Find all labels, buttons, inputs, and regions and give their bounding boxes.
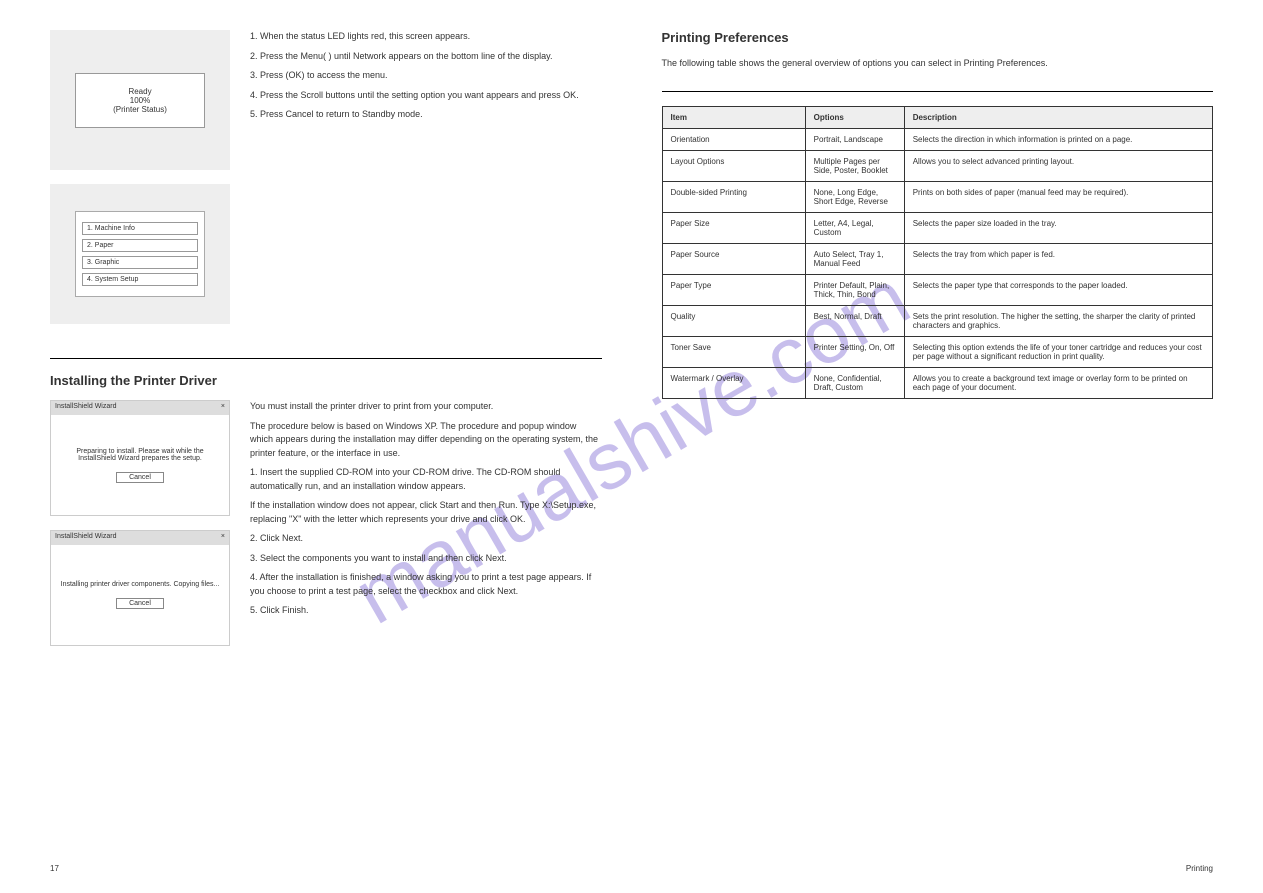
td: Paper Source [662, 243, 805, 274]
page-number: 17 [50, 864, 59, 873]
td: Auto Select, Tray 1, Manual Feed [805, 243, 904, 274]
td: Layout Options [662, 150, 805, 181]
divider [662, 91, 1214, 92]
td: Allows you to create a background text i… [904, 367, 1212, 398]
lcd-display-2: 1. Machine Info 2. Paper 3. Graphic 4. S… [50, 184, 230, 324]
cancel-button: Cancel [116, 598, 164, 609]
paragraph: 1. Insert the supplied CD-ROM into your … [250, 466, 602, 493]
intro-text: The following table shows the general ov… [662, 57, 1214, 71]
close-icon: × [221, 403, 225, 413]
section-title: Installing the Printer Driver [50, 373, 602, 388]
td: Double-sided Printing [662, 181, 805, 212]
paragraph: You must install the printer driver to p… [250, 400, 602, 414]
td: Paper Type [662, 274, 805, 305]
td: Printer Default, Plain, Thick, Thin, Bon… [805, 274, 904, 305]
menu-item: 3. Graphic [82, 256, 198, 269]
section-title: Printing Preferences [662, 30, 1214, 45]
close-icon: × [221, 533, 225, 543]
th: Item [662, 106, 805, 128]
lcd-display-1: Ready 100% (Printer Status) [50, 30, 230, 170]
td: Selects the tray from which paper is fed… [904, 243, 1212, 274]
paragraph: 4. After the installation is finished, a… [250, 571, 602, 598]
td: Paper Size [662, 212, 805, 243]
dialog-text: Installing printer driver components. Co… [61, 581, 220, 588]
step-text: 5. Press Cancel to return to Standby mod… [250, 108, 579, 122]
td: Selects the direction in which informati… [904, 128, 1212, 150]
th: Options [805, 106, 904, 128]
install-dialog-1: InstallShield Wizard × Preparing to insta… [50, 400, 230, 516]
paragraph: 2. Click Next. [250, 532, 602, 546]
lcd-line: 100% [130, 96, 150, 105]
td: Selects the paper type that corresponds … [904, 274, 1212, 305]
td: Best, Normal, Draft [805, 305, 904, 336]
step-text: 2. Press the Menu( ) until Network appea… [250, 50, 579, 64]
td: Prints on both sides of paper (manual fe… [904, 181, 1212, 212]
td: Multiple Pages per Side, Poster, Booklet [805, 150, 904, 181]
td: Printer Setting, On, Off [805, 336, 904, 367]
lcd-line: (Printer Status) [113, 105, 167, 114]
lcd-line: Ready [128, 87, 151, 96]
td: None, Confidential, Draft, Custom [805, 367, 904, 398]
menu-item: 4. System Setup [82, 273, 198, 286]
td: Selecting this option extends the life o… [904, 336, 1212, 367]
td: Quality [662, 305, 805, 336]
dialog-title: InstallShield Wizard [55, 533, 116, 543]
td: Selects the paper size loaded in the tra… [904, 212, 1212, 243]
td: Allows you to select advanced printing l… [904, 150, 1212, 181]
step-text: 4. Press the Scroll buttons until the se… [250, 89, 579, 103]
cancel-button: Cancel [116, 472, 164, 483]
paragraph: The procedure below is based on Windows … [250, 420, 602, 461]
install-dialog-2: InstallShield Wizard × Installing printer… [50, 530, 230, 646]
options-table: Item Options Description OrientationPort… [662, 106, 1214, 399]
paragraph: 5. Click Finish. [250, 604, 602, 618]
td: Toner Save [662, 336, 805, 367]
td: Orientation [662, 128, 805, 150]
td: None, Long Edge, Short Edge, Reverse [805, 181, 904, 212]
divider [50, 358, 602, 359]
paragraph: If the installation window does not appe… [250, 499, 602, 526]
td: Sets the print resolution. The higher th… [904, 305, 1212, 336]
th: Description [904, 106, 1212, 128]
step-text: 3. Press (OK) to access the menu. [250, 69, 579, 83]
menu-item: 2. Paper [82, 239, 198, 252]
td: Portrait, Landscape [805, 128, 904, 150]
paragraph: 3. Select the components you want to ins… [250, 552, 602, 566]
menu-item: 1. Machine Info [82, 222, 198, 235]
step-text: 1. When the status LED lights red, this … [250, 30, 579, 44]
td: Letter, A4, Legal, Custom [805, 212, 904, 243]
footer-title: Printing [1186, 864, 1213, 873]
td: Watermark / Overlay [662, 367, 805, 398]
dialog-title: InstallShield Wizard [55, 403, 116, 413]
dialog-text: Preparing to install. Please wait while … [59, 448, 221, 462]
